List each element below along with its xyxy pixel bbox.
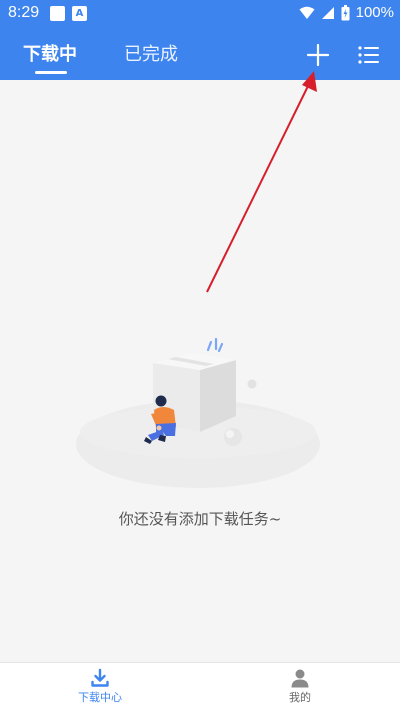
download-list-area: 你还没有添加下载任务~ — [0, 80, 400, 662]
empty-state-message: 你还没有添加下载任务~ — [118, 510, 282, 528]
nav-download-center[interactable]: 下载中心 — [0, 663, 200, 711]
top-header: 下载中 已完成 — [0, 28, 400, 80]
download-icon — [91, 668, 109, 687]
nav-mine[interactable]: 我的 — [200, 663, 400, 711]
wifi-icon — [299, 6, 315, 19]
add-task-button[interactable] — [303, 40, 333, 70]
status-time: 8:29 — [8, 4, 40, 21]
battery-percent: 100% — [355, 4, 394, 21]
tab-completed[interactable]: 已完成 — [124, 40, 178, 66]
add-icon — [307, 44, 329, 66]
user-icon — [291, 669, 309, 688]
nav-label-download-center: 下载中心 — [78, 691, 122, 704]
bottom-navigation: 下载中心 我的 — [0, 662, 400, 711]
active-tab-indicator — [35, 71, 67, 74]
app-a-icon: A — [72, 6, 87, 21]
notification-square-icon — [50, 6, 65, 21]
app-root: 8:29 A 100% 下载中 已完成 你还没有添加下载任务~ 下载中心 我的 — [0, 0, 400, 711]
status-bar: 8:29 A 100% — [0, 0, 400, 28]
empty-state-illustration — [76, 337, 320, 488]
list-menu-icon — [358, 46, 379, 64]
status-right: 100% — [299, 4, 394, 21]
list-menu-button[interactable] — [354, 40, 384, 70]
nav-label-mine: 我的 — [289, 691, 311, 704]
tab-downloading[interactable]: 下载中 — [23, 40, 77, 66]
signal-icon — [321, 6, 334, 19]
battery-icon — [341, 4, 350, 20]
